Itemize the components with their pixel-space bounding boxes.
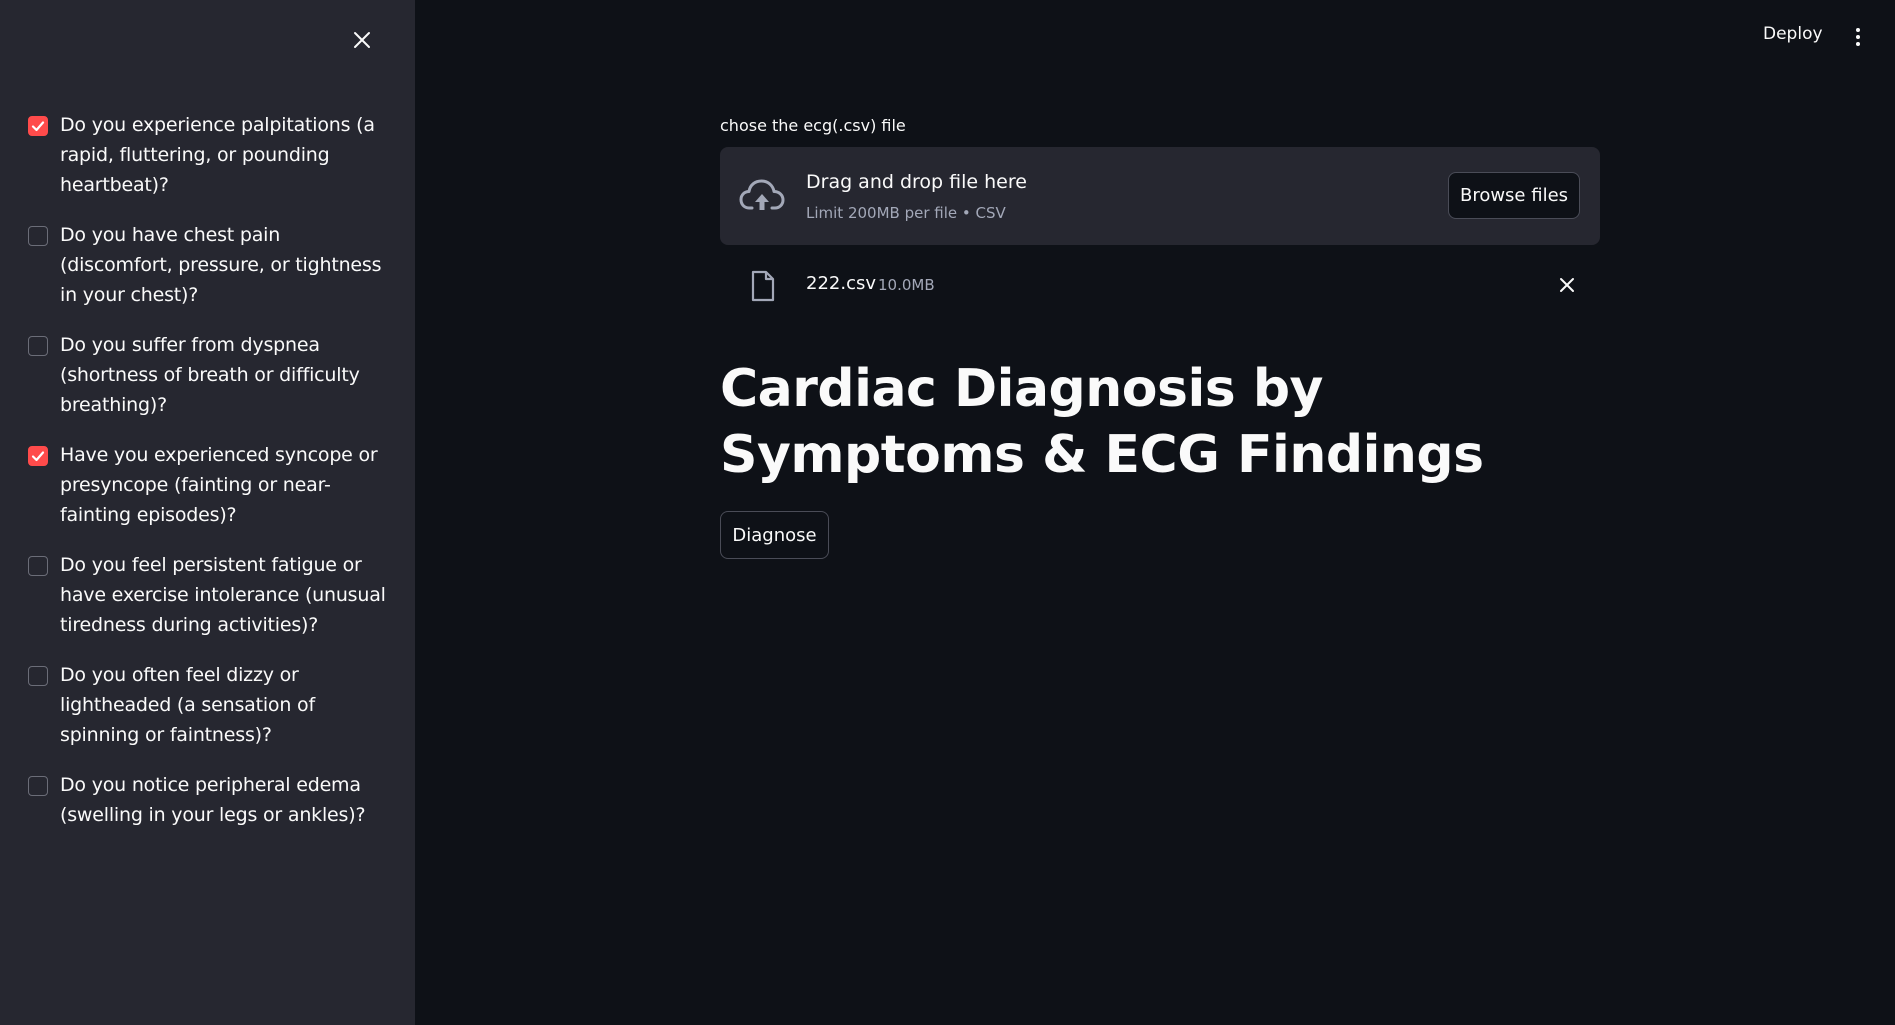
check-icon (31, 451, 45, 462)
symptom-checkbox-item[interactable]: Have you experienced syncope or presynco… (28, 440, 388, 530)
checkbox-unchecked[interactable] (28, 556, 48, 576)
symptom-checkbox-item[interactable]: Do you suffer from dyspnea (shortness of… (28, 330, 388, 420)
remove-file-icon[interactable] (1556, 274, 1578, 296)
file-dropzone[interactable]: Drag and drop file here Limit 200MB per … (720, 147, 1600, 245)
checkbox-label: Do you suffer from dyspnea (shortness of… (60, 334, 360, 416)
dropzone-title: Drag and drop file here (806, 171, 1027, 193)
symptom-checkbox-item[interactable]: Do you notice peripheral edema (swelling… (28, 770, 388, 830)
page-title: Cardiac Diagnosis by Symptoms & ECG Find… (720, 359, 1484, 485)
checkbox-label: Do you experience palpitations (a rapid,… (60, 114, 375, 196)
menu-dot (1856, 35, 1860, 39)
sidebar: Do you experience palpitations (a rapid,… (0, 0, 415, 1025)
checkbox-unchecked[interactable] (28, 666, 48, 686)
file-name: 222.csv (806, 273, 877, 294)
deploy-button[interactable]: Deploy (1763, 24, 1823, 44)
symptom-checklist: Do you experience palpitations (a rapid,… (28, 110, 388, 850)
checkbox-unchecked[interactable] (28, 226, 48, 246)
checkbox-label: Do you feel persistent fatigue or have e… (60, 554, 386, 636)
dropzone-limit-text: Limit 200MB per file • CSV (806, 204, 1006, 222)
cloud-upload-icon (738, 174, 786, 218)
checkbox-label: Do you have chest pain (discomfort, pres… (60, 224, 382, 306)
menu-dot (1856, 28, 1860, 32)
diagnose-button[interactable]: Diagnose (720, 511, 829, 559)
checkbox-label: Do you notice peripheral edema (swelling… (60, 774, 366, 826)
checkbox-unchecked[interactable] (28, 336, 48, 356)
file-size: 10.0MB (878, 276, 935, 294)
kebab-menu-icon[interactable] (1848, 25, 1868, 49)
checkbox-label: Have you experienced syncope or presynco… (60, 444, 378, 526)
uploaded-file-row: 222.csv 10.0MB (720, 262, 1600, 308)
symptom-checkbox-item[interactable]: Do you often feel dizzy or lightheaded (… (28, 660, 388, 750)
checkbox-unchecked[interactable] (28, 776, 48, 796)
sidebar-close-icon[interactable] (349, 27, 375, 53)
menu-dot (1856, 42, 1860, 46)
file-icon (750, 270, 776, 302)
check-icon (31, 121, 45, 132)
uploader-label: chose the ecg(.csv) file (720, 116, 906, 135)
symptom-checkbox-item[interactable]: Do you feel persistent fatigue or have e… (28, 550, 388, 640)
checkbox-checked[interactable] (28, 446, 48, 466)
browse-files-button[interactable]: Browse files (1448, 172, 1580, 219)
symptom-checkbox-item[interactable]: Do you experience palpitations (a rapid,… (28, 110, 388, 200)
symptom-checkbox-item[interactable]: Do you have chest pain (discomfort, pres… (28, 220, 388, 310)
checkbox-label: Do you often feel dizzy or lightheaded (… (60, 664, 315, 746)
checkbox-checked[interactable] (28, 116, 48, 136)
